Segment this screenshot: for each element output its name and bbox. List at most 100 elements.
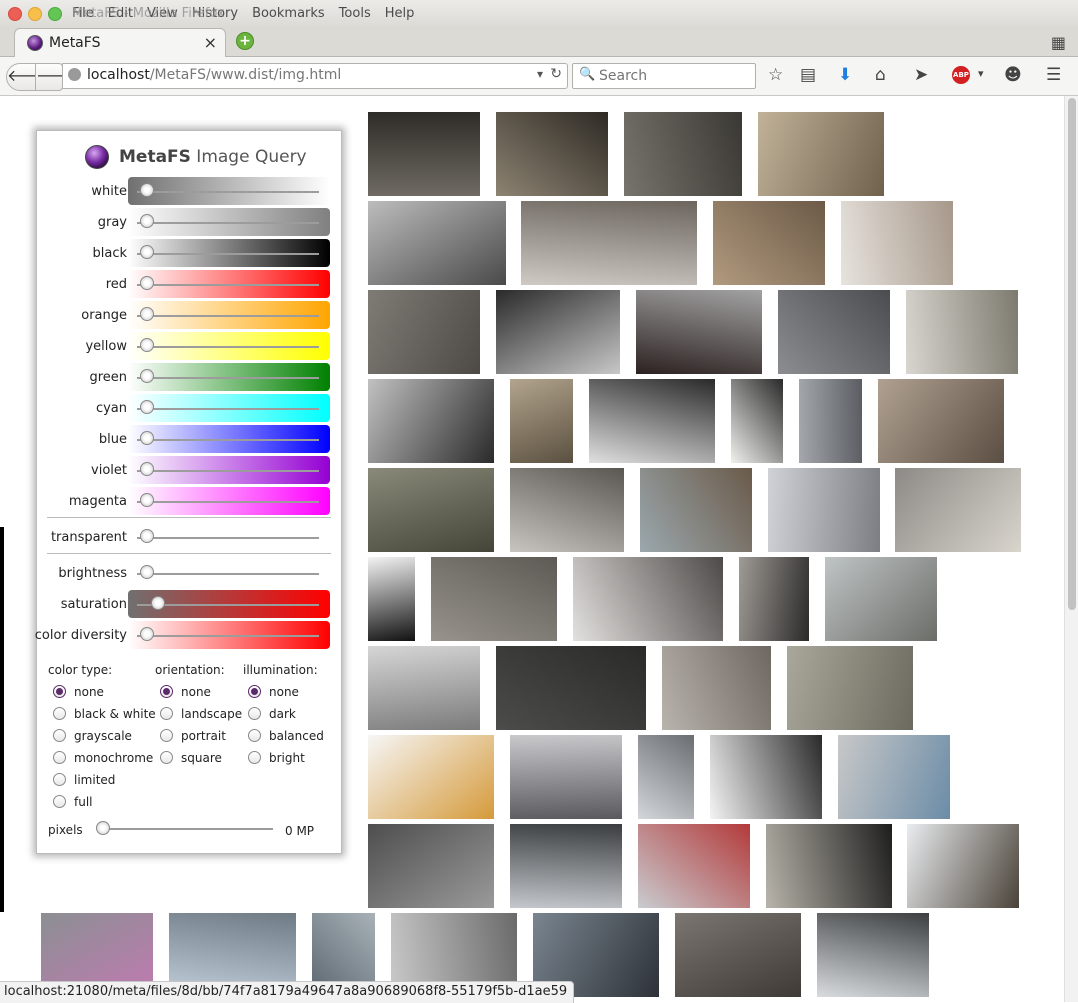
violet-slider-handle[interactable]	[140, 462, 154, 476]
window-minimize-button[interactable]	[28, 7, 42, 21]
new-tab-plus-icon[interactable]: +	[236, 32, 254, 50]
menu-help[interactable]: Help	[385, 6, 415, 21]
image-thumbnail[interactable]	[368, 735, 494, 819]
tab-groups-icon[interactable]: ▦	[1051, 33, 1066, 52]
color-diversity-slider-track[interactable]	[137, 635, 319, 637]
image-thumbnail[interactable]	[731, 379, 783, 463]
brightness-slider-track[interactable]	[137, 573, 319, 575]
image-thumbnail[interactable]	[510, 379, 573, 463]
image-thumbnail[interactable]	[710, 735, 822, 819]
send-icon[interactable]: ➤	[914, 65, 928, 85]
image-thumbnail[interactable]	[624, 112, 742, 196]
image-thumbnail[interactable]	[496, 290, 620, 374]
radio-button[interactable]	[160, 729, 173, 742]
gray-slider-track[interactable]	[137, 222, 319, 224]
illumination-option-dark[interactable]: dark	[243, 707, 324, 729]
radio-button[interactable]	[248, 707, 261, 720]
image-thumbnail[interactable]	[640, 468, 752, 552]
url-bar[interactable]: localhost/MetaFS/www.dist/img.html ▾ ↻	[62, 63, 568, 89]
image-thumbnail[interactable]	[768, 468, 880, 552]
page-scrollbar[interactable]	[1064, 96, 1078, 1002]
image-thumbnail[interactable]	[675, 913, 801, 997]
saturation-slider-handle[interactable]	[150, 596, 165, 610]
back-button[interactable]: 🡐	[6, 63, 50, 91]
image-thumbnail[interactable]	[638, 735, 694, 819]
color_type-option-limited[interactable]: limited	[48, 773, 156, 795]
image-thumbnail[interactable]	[368, 290, 480, 374]
image-thumbnail[interactable]	[368, 379, 494, 463]
radio-button[interactable]	[53, 773, 66, 786]
orange-slider-track[interactable]	[137, 315, 319, 317]
download-icon[interactable]: ⬇	[838, 65, 852, 85]
chat-emoji-icon[interactable]: ☻	[1004, 65, 1022, 85]
search-input[interactable]	[597, 66, 751, 86]
radio-button[interactable]	[248, 729, 261, 742]
image-thumbnail[interactable]	[638, 824, 750, 908]
menu-tools[interactable]: Tools	[339, 6, 371, 21]
image-thumbnail[interactable]	[841, 201, 953, 285]
image-thumbnail[interactable]	[368, 557, 415, 641]
orientation-option-square[interactable]: square	[155, 751, 242, 773]
image-thumbnail[interactable]	[510, 735, 622, 819]
gray-slider-handle[interactable]	[140, 214, 154, 228]
orange-slider-handle[interactable]	[140, 307, 154, 321]
green-slider-track[interactable]	[137, 377, 319, 379]
reload-icon[interactable]: ↻	[550, 66, 562, 82]
tab-metafs[interactable]: MetaFS ×	[14, 28, 226, 57]
image-thumbnail[interactable]	[573, 557, 723, 641]
color_type-option-none[interactable]: none	[48, 685, 156, 707]
transparent-slider-track[interactable]	[137, 537, 319, 539]
reading-list-icon[interactable]: ▤	[800, 65, 816, 85]
blue-slider-handle[interactable]	[140, 431, 154, 445]
image-thumbnail[interactable]	[825, 557, 937, 641]
pixels-slider-handle[interactable]	[96, 821, 110, 835]
forward-button[interactable]: 🡒	[35, 63, 79, 91]
yellow-slider-track[interactable]	[137, 346, 319, 348]
radio-button[interactable]	[53, 795, 66, 808]
cyan-slider-track[interactable]	[137, 408, 319, 410]
image-thumbnail[interactable]	[906, 290, 1018, 374]
image-thumbnail[interactable]	[496, 646, 646, 730]
image-thumbnail[interactable]	[799, 379, 862, 463]
url-dropdown-icon[interactable]: ▾	[537, 67, 543, 81]
radio-button[interactable]	[53, 707, 66, 720]
image-thumbnail[interactable]	[636, 290, 762, 374]
image-thumbnail[interactable]	[739, 557, 809, 641]
image-thumbnail[interactable]	[758, 112, 884, 196]
color-diversity-slider-handle[interactable]	[140, 627, 154, 641]
window-close-button[interactable]	[8, 7, 22, 21]
image-thumbnail[interactable]	[778, 290, 890, 374]
adblock-dropdown-icon[interactable]: ▾	[978, 67, 984, 80]
orientation-option-portrait[interactable]: portrait	[155, 729, 242, 751]
image-thumbnail[interactable]	[878, 379, 1004, 463]
radio-button[interactable]	[248, 751, 261, 764]
red-slider-track[interactable]	[137, 284, 319, 286]
image-thumbnail[interactable]	[368, 646, 480, 730]
magenta-slider-handle[interactable]	[140, 493, 154, 507]
black-slider-handle[interactable]	[140, 245, 154, 259]
adblock-icon[interactable]: ABP	[952, 66, 970, 84]
pixels-slider-track[interactable]	[101, 828, 273, 830]
illumination-option-none[interactable]: none	[243, 685, 324, 707]
yellow-slider-handle[interactable]	[140, 338, 154, 352]
radio-button[interactable]	[53, 729, 66, 742]
radio-button[interactable]	[160, 751, 173, 764]
image-thumbnail[interactable]	[521, 201, 697, 285]
search-box[interactable]: 🔍	[572, 63, 756, 89]
window-maximize-button[interactable]	[48, 7, 62, 21]
violet-slider-track[interactable]	[137, 470, 319, 472]
blue-slider-track[interactable]	[137, 439, 319, 441]
transparent-slider-handle[interactable]	[140, 529, 154, 543]
magenta-slider-track[interactable]	[137, 501, 319, 503]
image-thumbnail[interactable]	[368, 824, 494, 908]
image-thumbnail[interactable]	[662, 646, 771, 730]
brightness-slider-handle[interactable]	[140, 565, 154, 579]
black-slider-track[interactable]	[137, 253, 319, 255]
red-slider-handle[interactable]	[140, 276, 154, 290]
hamburger-menu-icon[interactable]: ☰	[1046, 65, 1061, 85]
image-thumbnail[interactable]	[368, 112, 480, 196]
illumination-option-bright[interactable]: bright	[243, 751, 324, 773]
cyan-slider-handle[interactable]	[140, 400, 154, 414]
image-thumbnail[interactable]	[766, 824, 892, 908]
color_type-option-monochrome[interactable]: monochrome	[48, 751, 156, 773]
